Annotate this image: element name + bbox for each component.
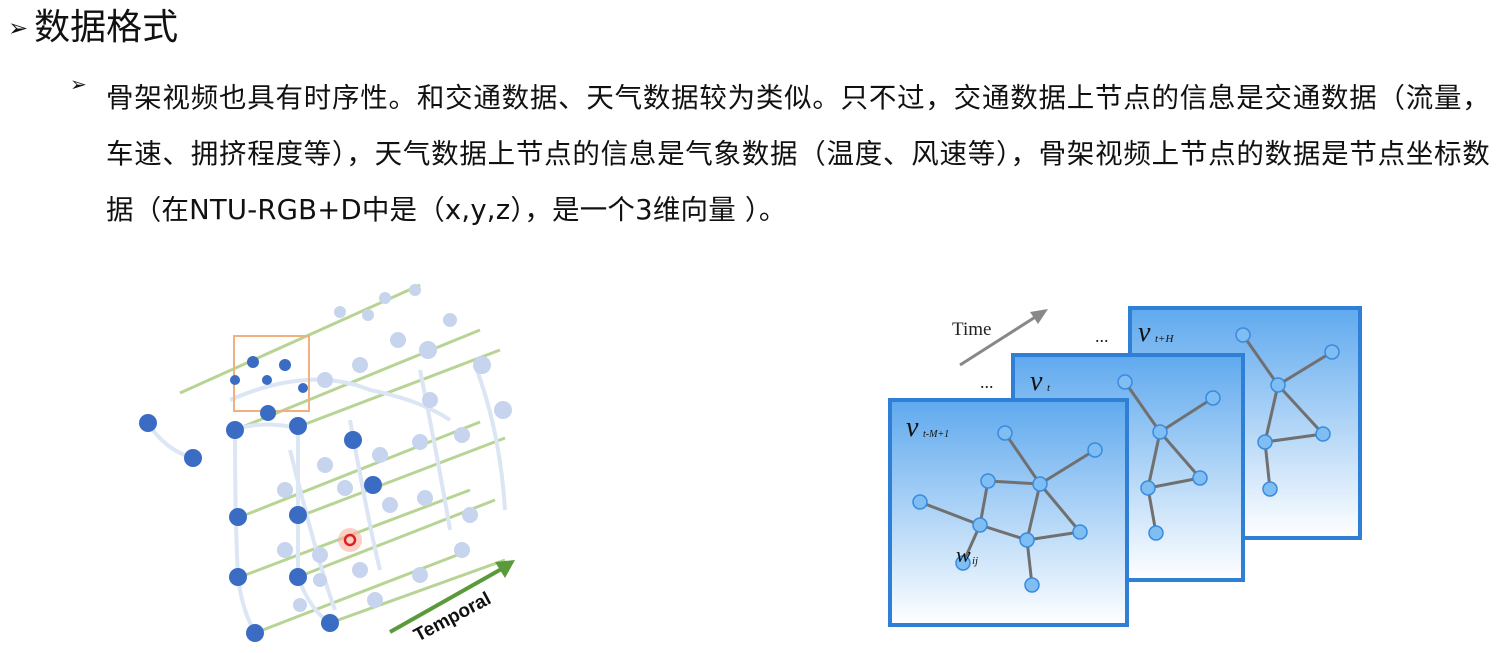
skeleton-sequence-figure: Temporal — [139, 283, 515, 646]
frame-label-sub: t-M+1 — [923, 429, 949, 440]
highlight-joint — [338, 528, 362, 552]
bullet-arrow-icon: ➢ — [70, 72, 87, 96]
edge-weight-label: w — [956, 542, 971, 567]
graph-sequence-figure: Time ... ... v t+H v t v t-M+1 w ij — [888, 306, 1362, 627]
paragraph-text: 骨架视频也具有时序性。和交通数据、天气数据较为类似。只不过，交通数据上节点的信息… — [106, 82, 1490, 226]
edge-weight-label-sub: ij — [972, 555, 978, 567]
ellipsis-mid: ... — [980, 372, 994, 392]
time-label: Time — [952, 319, 991, 340]
ellipsis-top: ... — [1095, 326, 1109, 346]
frame-label-sub: t+H — [1155, 333, 1174, 345]
slide-title-text: 数据格式 — [34, 7, 179, 48]
frame-label: v — [1030, 366, 1043, 397]
bullet-paragraph: ➢ 骨架视频也具有时序性。和交通数据、天气数据较为类似。只不过，交通数据上节点的… — [70, 70, 1490, 238]
frame-label: v — [1138, 317, 1151, 348]
bullet-arrow-icon: ➢ — [8, 14, 29, 42]
frame-label: v — [906, 412, 919, 443]
highlight-box — [233, 335, 310, 412]
temporal-links — [179, 283, 506, 635]
slide-title: ➢ 数据格式 — [8, 4, 178, 52]
frame-t-minus-m-plus-1: v t-M+1 w ij — [888, 398, 1129, 627]
